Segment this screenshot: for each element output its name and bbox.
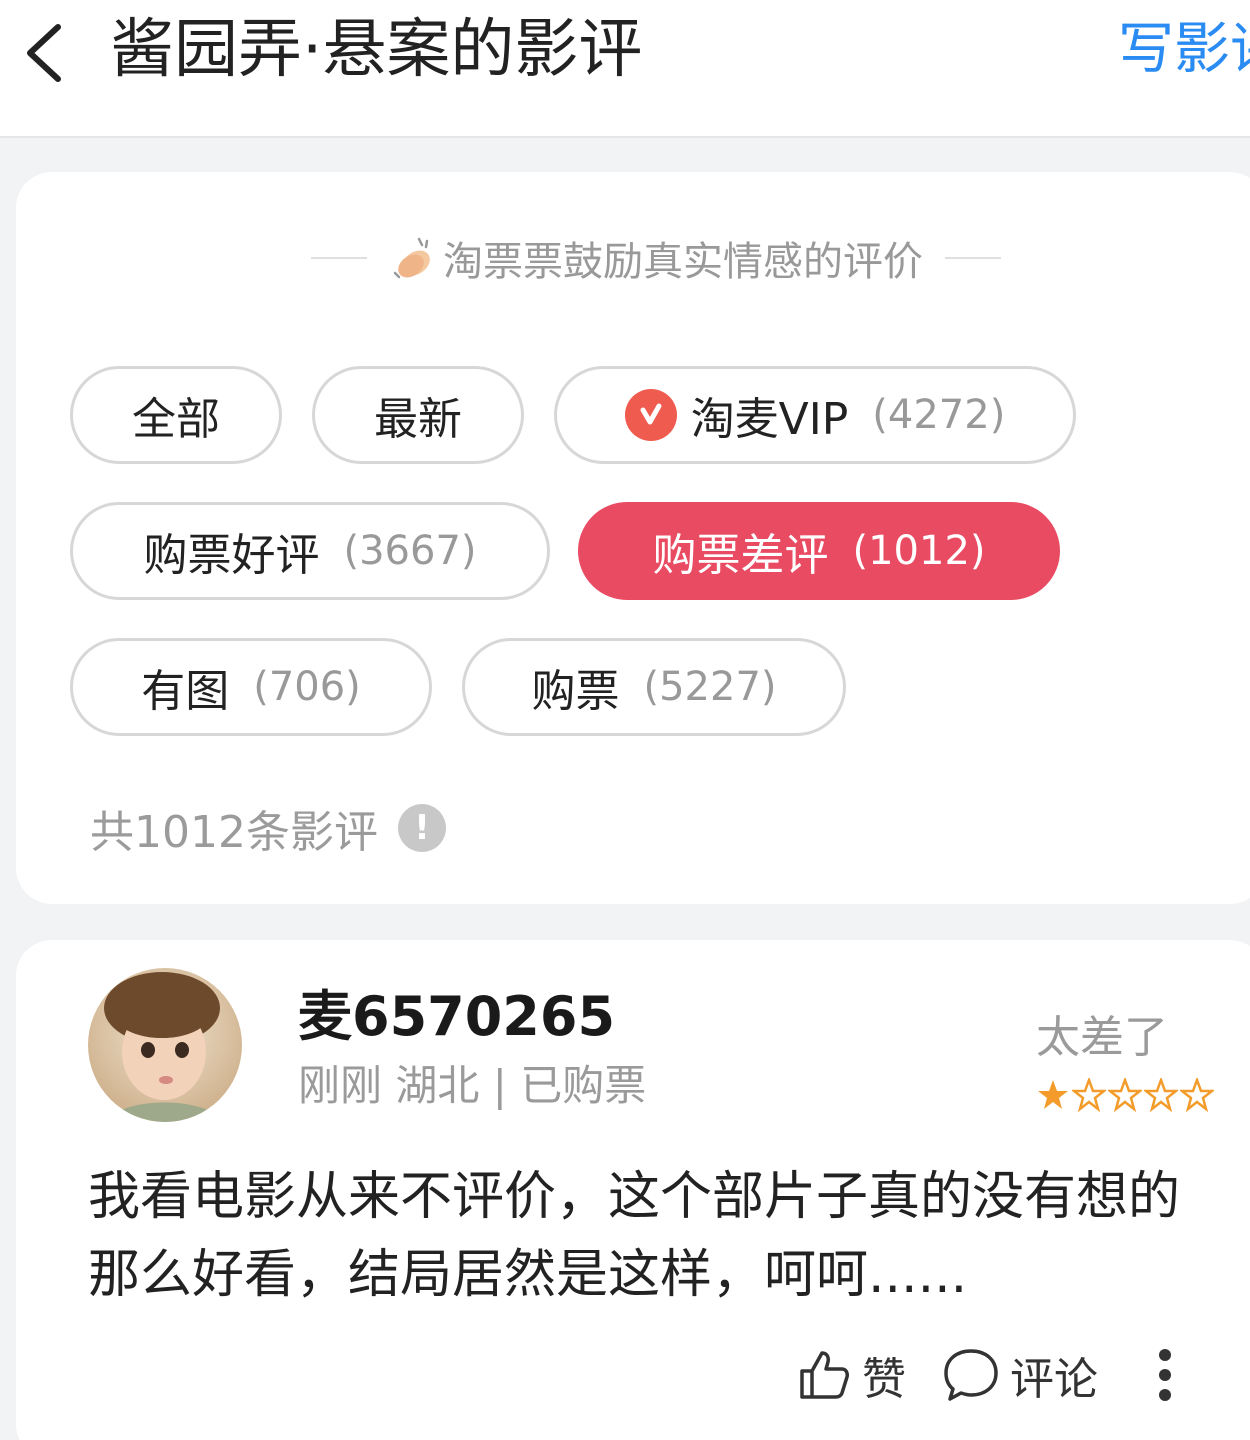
chip-label: 购票 <box>531 666 620 717</box>
chip-count: (1012) <box>852 528 986 574</box>
filter-chip-vip[interactable]: 淘麦VIP (4272) <box>554 366 1076 464</box>
star-icon <box>1144 1078 1178 1112</box>
back-button[interactable] <box>14 18 74 88</box>
filter-card: 淘票票鼓励真实情感的评价 全部 最新 淘麦VIP (4272) 购票好评 (36… <box>16 172 1250 904</box>
filter-chip-negative[interactable]: 购票差评 (1012) <box>578 502 1060 600</box>
filter-chip-with-images[interactable]: 有图 (706) <box>70 638 432 736</box>
review-body: 我看电影从来不评价，这个部片子真的没有想的那么好看，结局居然是这样，呵呵....… <box>88 1167 1181 1305</box>
divider-line <box>311 257 367 259</box>
vip-badge-icon <box>624 389 677 441</box>
review-actions: 赞 评论 <box>796 1340 1180 1410</box>
divider-line <box>945 257 1001 259</box>
chip-label: 全部 <box>132 394 220 445</box>
rating-label: 太差了 <box>1036 1012 1168 1063</box>
like-label: 赞 <box>862 1354 906 1405</box>
encourage-text: 淘票票鼓励真实情感的评价 <box>443 239 923 285</box>
chip-count: (5227) <box>643 664 777 710</box>
clap-icon <box>393 237 430 279</box>
like-button[interactable]: 赞 <box>796 1343 906 1407</box>
top-nav-bar: 酱园弄·悬案的影评 写影评 <box>0 0 1250 138</box>
filter-chip-purchased[interactable]: 购票 (5227) <box>462 638 846 736</box>
filter-chip-all[interactable]: 全部 <box>70 366 282 464</box>
star-icon <box>1180 1078 1214 1112</box>
chip-label: 有图 <box>141 666 230 717</box>
comment-bubble-icon <box>944 1349 998 1401</box>
review-total-row: 共1012条影评 ! <box>90 798 446 858</box>
chip-label: 购票好评 <box>143 530 320 581</box>
write-review-button[interactable]: 写影评 <box>1118 10 1250 90</box>
back-arrow-icon <box>27 24 61 82</box>
info-icon[interactable]: ! <box>397 804 446 852</box>
reviewer-name[interactable]: 麦6570265 <box>298 982 615 1052</box>
comment-label: 评论 <box>1010 1354 1098 1405</box>
review-meta: 刚刚 湖北 | 已购票 <box>298 1061 647 1110</box>
thumbs-up-icon <box>800 1351 849 1399</box>
chip-count: (3667) <box>343 528 477 574</box>
page: 酱园弄·悬案的影评 写影评 淘票票鼓励真实情感的评价 全部 最新 <box>0 0 1250 1440</box>
chip-label: 购票差评 <box>652 530 829 581</box>
avatar[interactable] <box>88 968 242 1122</box>
more-options-button[interactable] <box>1150 1345 1180 1405</box>
page-title: 酱园弄·悬案的影评 <box>110 13 643 87</box>
filter-chip-latest[interactable]: 最新 <box>312 366 524 464</box>
filter-chip-positive[interactable]: 购票好评 (3667) <box>70 502 550 600</box>
chip-label: 最新 <box>374 394 462 445</box>
chip-count: (4272) <box>872 392 1006 438</box>
chip-label: 淘麦VIP <box>690 394 849 445</box>
review-card: 麦6570265 刚刚 湖北 | 已购票 太差了 我看电影从来不评价，这个部片子… <box>16 940 1250 1440</box>
chip-count: (706) <box>253 664 361 710</box>
star-icon <box>1072 1078 1106 1112</box>
encourage-banner: 淘票票鼓励真实情感的评价 <box>286 228 1026 288</box>
review-total-count: 共1012条影评 <box>90 807 378 858</box>
star-icon <box>1038 1080 1068 1109</box>
star-rating <box>1036 1078 1214 1118</box>
comment-button[interactable]: 评论 <box>942 1343 1098 1407</box>
more-dots-icon <box>1159 1349 1171 1361</box>
star-icon <box>1108 1078 1142 1112</box>
